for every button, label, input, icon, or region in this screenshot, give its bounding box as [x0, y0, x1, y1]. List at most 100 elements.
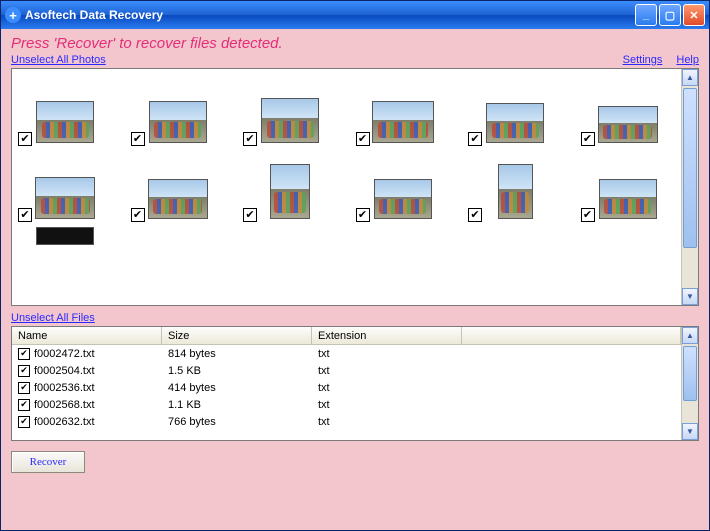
- settings-link[interactable]: Settings: [623, 54, 663, 66]
- thumbnail-image: [270, 164, 310, 219]
- table-row[interactable]: ✔ f0002568.txt 1.1 KBtxt: [12, 396, 681, 413]
- thumbnail-image: [36, 101, 94, 143]
- cell-name: ✔ f0002504.txt: [12, 364, 162, 378]
- minimize-button[interactable]: _: [635, 4, 657, 26]
- photo-checkbox[interactable]: ✔: [581, 132, 595, 146]
- photo-thumbnail[interactable]: ✔: [581, 151, 676, 219]
- photo-thumbnail[interactable]: ✔: [18, 151, 113, 219]
- photo-thumbnail[interactable]: ✔: [581, 75, 676, 143]
- photo-checkbox[interactable]: ✔: [243, 208, 257, 222]
- thumbnail-image: [372, 101, 434, 143]
- photo-checkbox[interactable]: ✔: [18, 208, 32, 222]
- thumbnail-image: [374, 179, 432, 219]
- cell-extension: txt: [312, 381, 462, 395]
- photo-checkbox[interactable]: ✔: [581, 208, 595, 222]
- instruction-text: Press 'Recover' to recover files detecte…: [11, 35, 699, 52]
- scroll-thumb[interactable]: [683, 88, 697, 248]
- photo-thumbnail[interactable]: ✔: [468, 75, 563, 143]
- window-controls: _ ▢ ✕: [635, 4, 705, 26]
- photo-grid: ✔ ✔ ✔ ✔ ✔ ✔ ✔ ✔ ✔ ✔ ✔ ✔: [18, 75, 675, 245]
- photo-thumbnail[interactable]: ✔: [468, 151, 563, 219]
- table-row[interactable]: ✔ f0002536.txt 414 bytestxt: [12, 379, 681, 396]
- file-name: f0002536.txt: [34, 382, 95, 394]
- photo-checkbox[interactable]: ✔: [18, 132, 32, 146]
- unselect-all-photos-link[interactable]: Unselect All Photos: [11, 54, 106, 66]
- cell-size: 1.1 KB: [162, 398, 312, 412]
- recover-button[interactable]: Recover: [11, 451, 85, 473]
- file-name: f0002472.txt: [34, 348, 95, 360]
- content-area: Press 'Recover' to recover files detecte…: [1, 29, 709, 530]
- action-bar: Recover: [11, 451, 699, 473]
- scroll-up-button[interactable]: ▲: [682, 327, 698, 344]
- cell-size: 1.5 KB: [162, 364, 312, 378]
- file-checkbox[interactable]: ✔: [18, 348, 30, 360]
- unselect-all-files-link[interactable]: Unselect All Files: [11, 312, 95, 324]
- table-row[interactable]: ✔f0002504.txt1.5 KBtxt: [12, 362, 681, 379]
- file-scrollbar[interactable]: ▲ ▼: [681, 327, 698, 440]
- cell-extension: txt: [312, 347, 462, 361]
- photo-checkbox[interactable]: ✔: [131, 208, 145, 222]
- column-header-spacer: [462, 327, 681, 344]
- scroll-thumb[interactable]: [683, 346, 697, 401]
- photo-thumbnail[interactable]: ✔: [243, 75, 338, 143]
- photo-thumbnail[interactable]: ✔: [131, 75, 226, 143]
- photo-scroll-area: ✔ ✔ ✔ ✔ ✔ ✔ ✔ ✔ ✔ ✔ ✔ ✔: [12, 69, 681, 305]
- photo-checkbox[interactable]: ✔: [243, 132, 257, 146]
- column-header-size[interactable]: Size: [162, 327, 312, 344]
- column-header-extension[interactable]: Extension: [312, 327, 462, 344]
- column-header-name[interactable]: Name: [12, 327, 162, 344]
- table-row[interactable]: ✔f0002632.txt766 bytestxt: [12, 413, 681, 430]
- file-checkbox[interactable]: ✔: [18, 416, 30, 428]
- photo-thumbnail[interactable]: ✔: [356, 75, 451, 143]
- file-name: f0002504.txt: [34, 365, 95, 377]
- photo-thumbnail[interactable]: ✔: [18, 75, 113, 143]
- photo-panel: ✔ ✔ ✔ ✔ ✔ ✔ ✔ ✔ ✔ ✔ ✔ ✔ ▲ ▼: [11, 68, 699, 306]
- thumbnail-image: [599, 179, 657, 219]
- photo-checkbox[interactable]: ✔: [356, 132, 370, 146]
- maximize-button[interactable]: ▢: [659, 4, 681, 26]
- thumbnail-image: [148, 179, 208, 219]
- close-button[interactable]: ✕: [683, 4, 705, 26]
- scroll-down-button[interactable]: ▼: [682, 288, 698, 305]
- file-checkbox[interactable]: ✔: [18, 365, 30, 377]
- cell-name: ✔ f0002536.txt: [12, 381, 162, 395]
- scroll-track[interactable]: [682, 86, 698, 288]
- file-table-header: Name Size Extension: [12, 327, 681, 345]
- cell-extension: txt: [312, 398, 462, 412]
- cell-extension: txt: [312, 415, 462, 429]
- titlebar: + Asoftech Data Recovery _ ▢ ✕: [1, 1, 709, 29]
- photo-thumbnail[interactable]: [18, 227, 113, 245]
- cell-size: 814 bytes: [162, 347, 312, 361]
- cell-name: ✔ f0002472.txt: [12, 347, 162, 361]
- photo-checkbox[interactable]: ✔: [356, 208, 370, 222]
- file-table: Name Size Extension ✔ f0002472.txt 814 byt…: [12, 327, 681, 440]
- cell-size: 414 bytes: [162, 381, 312, 395]
- file-checkbox[interactable]: ✔: [18, 382, 30, 394]
- table-row[interactable]: ✔ f0002472.txt 814 bytestxt: [12, 345, 681, 362]
- thumbnail-image: [35, 177, 95, 219]
- file-panel: Name Size Extension ✔ f0002472.txt 814 byt…: [11, 326, 699, 441]
- thumbnail-image: [261, 98, 319, 143]
- photo-scrollbar[interactable]: ▲ ▼: [681, 69, 698, 305]
- photo-thumbnail[interactable]: ✔: [131, 151, 226, 219]
- thumbnail-image: [36, 227, 94, 245]
- scroll-down-button[interactable]: ▼: [682, 423, 698, 440]
- cell-name: ✔ f0002568.txt: [12, 398, 162, 412]
- window-title: Asoftech Data Recovery: [25, 8, 635, 22]
- app-icon: +: [5, 7, 21, 23]
- thumbnail-image: [486, 103, 544, 143]
- photo-thumbnail[interactable]: ✔: [243, 151, 338, 219]
- photo-thumbnail[interactable]: ✔: [356, 151, 451, 219]
- file-name: f0002568.txt: [34, 399, 95, 411]
- thumbnail-image: [149, 101, 207, 143]
- thumbnail-image: [598, 106, 658, 143]
- photo-toolbar: Unselect All Photos Settings Help: [11, 54, 699, 66]
- photo-checkbox[interactable]: ✔: [131, 132, 145, 146]
- photo-checkbox[interactable]: ✔: [468, 208, 482, 222]
- photo-checkbox[interactable]: ✔: [468, 132, 482, 146]
- scroll-up-button[interactable]: ▲: [682, 69, 698, 86]
- scroll-track[interactable]: [682, 344, 698, 423]
- file-checkbox[interactable]: ✔: [18, 399, 30, 411]
- help-link[interactable]: Help: [676, 54, 699, 66]
- app-window: + Asoftech Data Recovery _ ▢ ✕ Press 'Re…: [0, 0, 710, 531]
